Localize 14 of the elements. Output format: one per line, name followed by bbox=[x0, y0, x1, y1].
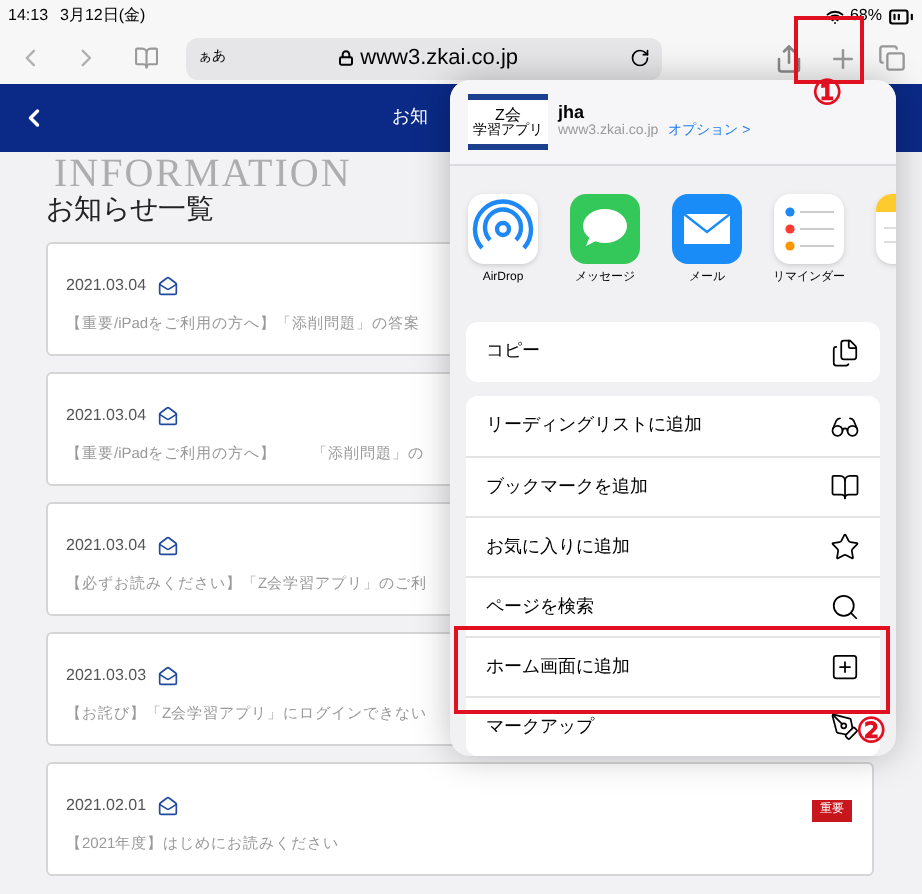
status-date: 3月12日(金) bbox=[60, 4, 146, 28]
notice-date: 2021.03.03 bbox=[66, 664, 147, 688]
status-time: 14:13 bbox=[8, 4, 49, 28]
notice-date: 2021.03.04 bbox=[66, 274, 147, 298]
logo-text: Z会 bbox=[495, 107, 521, 123]
notice-date: 2021.02.01 bbox=[66, 794, 147, 818]
watermark-text: INFORMATION bbox=[54, 154, 352, 194]
url-text: www3.zkai.co.jp bbox=[360, 43, 519, 74]
step-marker: ② bbox=[856, 714, 886, 748]
page-title: お知らせ一覧 bbox=[46, 198, 214, 226]
site-name: jha bbox=[558, 102, 587, 123]
notice-date: 2021.03.04 bbox=[66, 534, 147, 558]
notice-date: 2021.03.04 bbox=[66, 404, 147, 428]
header-title: お知 bbox=[392, 104, 428, 131]
